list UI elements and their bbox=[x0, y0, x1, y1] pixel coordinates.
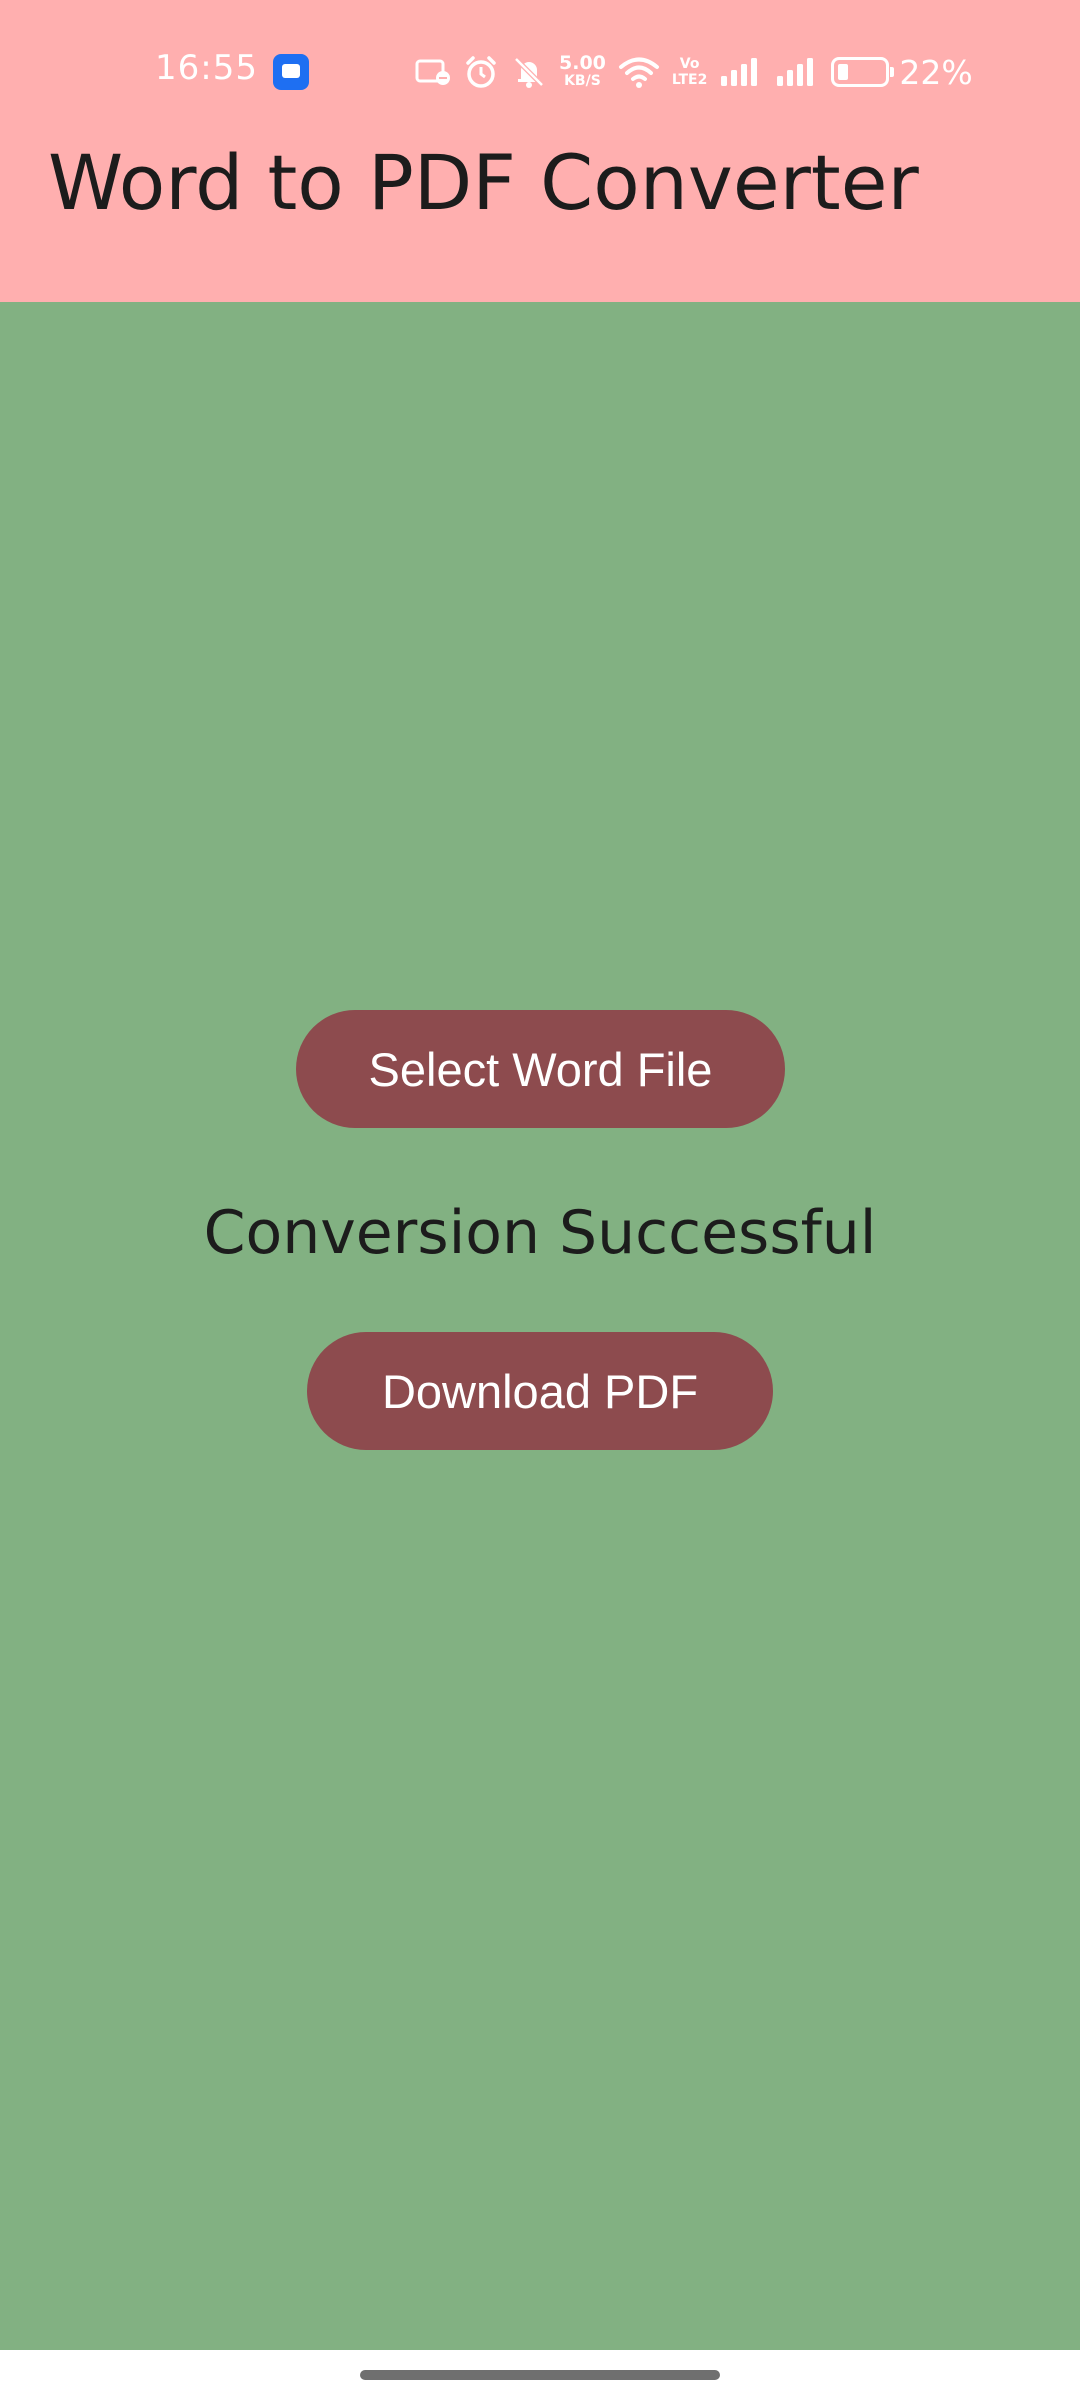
select-word-file-button[interactable]: Select Word File bbox=[296, 1010, 785, 1128]
status-icons: 5.00 KB/S Vo LTE2 22% bbox=[415, 50, 973, 94]
bell-muted-icon bbox=[511, 54, 547, 90]
gesture-nav-bar bbox=[0, 2350, 1080, 2400]
battery-indicator: 22% bbox=[831, 52, 973, 92]
app-notification-icon bbox=[273, 54, 309, 90]
app-title: Word to PDF Converter bbox=[48, 138, 919, 227]
status-bar: 16:55 5.00 KB/S Vo LTE2 22% bbox=[0, 38, 1080, 106]
volte-indicator: Vo LTE2 bbox=[671, 56, 708, 88]
signal-icon bbox=[775, 56, 819, 88]
app-bar: 16:55 5.00 KB/S Vo LTE2 22% Word to PDF … bbox=[0, 0, 1080, 302]
status-time: 16:55 bbox=[155, 48, 258, 88]
wifi-icon bbox=[618, 55, 660, 89]
conversion-status-text: Conversion Successful bbox=[203, 1198, 877, 1268]
signal-icon bbox=[719, 56, 763, 88]
cast-icon bbox=[415, 56, 451, 88]
home-gesture-handle[interactable] bbox=[360, 2370, 720, 2380]
alarm-icon bbox=[463, 54, 499, 90]
battery-percent: 22% bbox=[899, 52, 973, 92]
app-screen: 16:55 5.00 KB/S Vo LTE2 22% Word to PDF … bbox=[0, 0, 1080, 2400]
main-content: Select Word File Conversion Successful D… bbox=[0, 302, 1080, 2350]
battery-icon bbox=[831, 57, 895, 87]
network-speed: 5.00 KB/S bbox=[559, 52, 606, 90]
download-pdf-button[interactable]: Download PDF bbox=[307, 1332, 773, 1450]
